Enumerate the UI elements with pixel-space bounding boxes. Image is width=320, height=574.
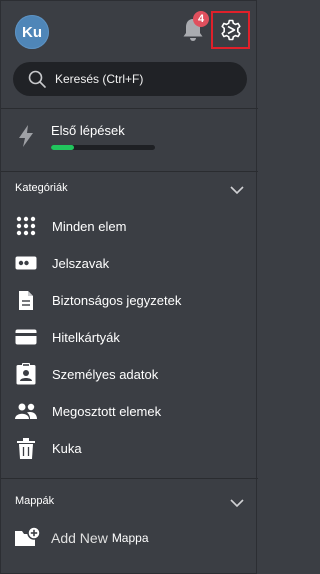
nav-item-passwords[interactable]: Jelszavak — [15, 248, 245, 278]
add-folder-icon — [15, 526, 41, 546]
search-input[interactable] — [53, 71, 227, 87]
nav-item-shared-items[interactable]: Megosztott elemek — [15, 396, 245, 426]
id-card-icon — [15, 363, 37, 385]
progress-fill — [51, 145, 74, 150]
add-new-folder-button[interactable]: Add New Mappa — [15, 523, 245, 553]
shared-users-icon — [15, 400, 37, 422]
gear-icon — [220, 19, 241, 41]
divider — [1, 478, 258, 479]
getting-started-item[interactable]: Első lépések — [15, 119, 245, 159]
nav-item-secure-notes[interactable]: Biztonságos jegyzetek — [15, 285, 245, 315]
password-icon — [15, 252, 37, 274]
progress-bar — [51, 145, 155, 150]
nav-item-credit-cards[interactable]: Hitelkártyák — [15, 322, 245, 352]
nav-item-label: Jelszavak — [52, 255, 110, 271]
avatar[interactable]: Ku — [15, 15, 49, 49]
nav-item-personal-info[interactable]: Személyes adatok — [15, 359, 245, 389]
chevron-down-icon[interactable] — [229, 182, 245, 198]
nav-item-label: Személyes adatok — [52, 366, 159, 382]
divider — [1, 171, 258, 172]
settings-button[interactable] — [211, 11, 250, 49]
chevron-down-icon[interactable] — [229, 495, 245, 511]
nav-item-label: Biztonságos jegyzetek — [52, 292, 182, 308]
categories-header[interactable]: Kategóriák — [15, 182, 245, 200]
nav-item-label: Minden elem — [52, 218, 127, 234]
search-bar[interactable] — [13, 62, 247, 96]
nav-item-all-items[interactable]: Minden elem — [15, 211, 245, 241]
credit-card-icon — [15, 326, 37, 348]
getting-started-label: Első lépések — [51, 123, 125, 138]
nav-item-label: Kuka — [52, 440, 82, 456]
folders-header[interactable]: Mappák — [15, 495, 245, 513]
categories-title: Kategóriák — [15, 182, 68, 194]
note-icon — [15, 289, 37, 311]
add-new-suffix: Mappa — [111, 531, 149, 545]
nav-item-label: Hitelkártyák — [52, 329, 120, 345]
folders-title: Mappák — [15, 495, 55, 507]
add-new-label: Add New — [51, 530, 108, 546]
lightning-icon — [19, 125, 33, 147]
nav-item-label: Megosztott elemek — [52, 403, 162, 419]
trash-icon — [15, 437, 37, 459]
nav-item-trash[interactable]: Kuka — [15, 433, 245, 463]
search-icon — [28, 70, 46, 88]
grid-icon — [15, 215, 37, 237]
divider — [1, 108, 258, 109]
sidebar-panel: Ku 4 Első lépések Kat — [0, 0, 258, 574]
notification-badge: 4 — [193, 11, 209, 27]
